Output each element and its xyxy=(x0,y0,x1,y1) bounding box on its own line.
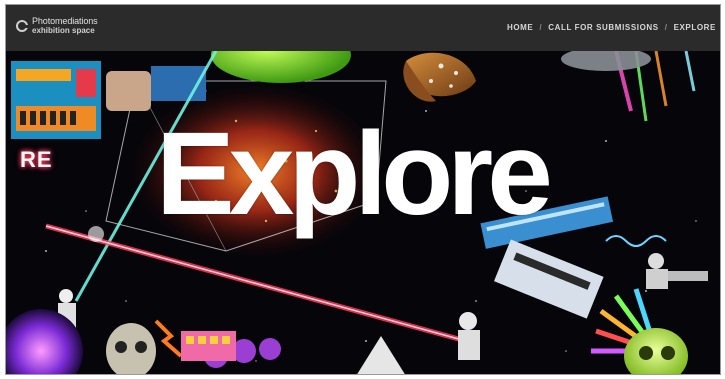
site-logo[interactable]: Photomediations exhibition space xyxy=(16,17,98,35)
nav-home-link[interactable]: HOME xyxy=(507,23,533,32)
nav-separator: / xyxy=(664,23,668,32)
logo-line-exhibition-space: exhibition space xyxy=(32,26,95,35)
logo-text: Photomediations exhibition space xyxy=(32,17,98,35)
main-nav: HOME / CALL FOR SUBMISSIONS / EXPLORE xyxy=(507,23,716,32)
nav-explore-link[interactable]: EXPLORE xyxy=(674,23,716,32)
hero-collage-image: RE Explore xyxy=(6,51,720,374)
logo-line-photomediations: Photomediations xyxy=(32,16,98,26)
logo-ring-icon xyxy=(16,20,28,32)
top-navigation-bar: Photomediations exhibition space HOME / … xyxy=(6,5,720,51)
collage-re-text: RE xyxy=(20,147,53,172)
browser-frame: Photomediations exhibition space HOME / … xyxy=(5,4,721,375)
nav-separator: / xyxy=(539,23,543,32)
hero-title: Explore xyxy=(156,108,553,240)
nav-call-for-submissions-link[interactable]: CALL FOR SUBMISSIONS xyxy=(548,23,659,32)
